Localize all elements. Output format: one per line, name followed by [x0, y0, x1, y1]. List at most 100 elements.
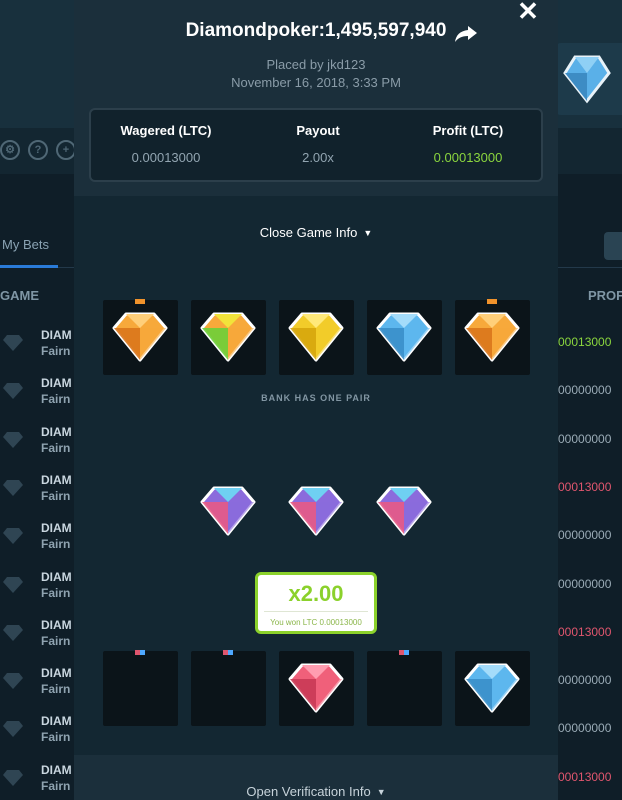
close-game-info-button[interactable]: Close Game Info ▼ [74, 225, 558, 240]
row-game-name: DIAM [41, 617, 72, 632]
tab-my-bets[interactable]: My Bets [0, 222, 58, 268]
stat-payout-value: 2.00x [302, 150, 334, 165]
row-game-name: DIAM [41, 424, 72, 439]
diamond-icon [3, 431, 23, 448]
column-header-profit: PROF [588, 288, 622, 303]
card-marker [487, 299, 497, 304]
blue-gem-icon [376, 312, 432, 362]
card-red-gem [279, 651, 354, 726]
orange-gem-icon [464, 312, 520, 362]
stat-payout: Payout 2.00x [243, 123, 393, 165]
row-profit: 00000000 [558, 576, 612, 591]
diamond-icon [3, 624, 23, 641]
column-header-game: GAME [0, 288, 39, 303]
bet-title: Diamondpoker:1,495,597,940 [185, 20, 447, 41]
background-add-icon[interactable]: + [56, 140, 76, 160]
rainbow-gem-icon [200, 312, 256, 362]
card-marker [135, 650, 145, 655]
payout-result-badge: x2.00 You won LTC 0.00013000 [255, 572, 377, 634]
row-game-name: DIAM [41, 376, 72, 391]
red-gem-icon [288, 663, 344, 713]
card-facedown [103, 650, 178, 726]
row-game-name: DIAM [41, 328, 72, 342]
row-profit: 00000000 [558, 673, 612, 688]
close-game-info-label: Close Game Info [259, 225, 358, 240]
bet-detail-modal: Diamondpoker:1,495,597,940 ✕ Placed by j… [74, 0, 558, 800]
verification-footer: Open Verification Info ▼ [74, 755, 558, 800]
open-verification-label: Open Verification Info [246, 784, 371, 799]
stat-wagered: Wagered (LTC) 0.00013000 [91, 123, 241, 165]
bank-result-label: BANK HAS ONE PAIR [261, 393, 371, 403]
card-marker [135, 299, 145, 304]
row-profit: 00013000 [558, 769, 612, 784]
placed-by: Placed by jkd123 [266, 57, 366, 72]
card-orange-gem [103, 299, 178, 375]
background-settings-icon[interactable]: ⚙ [0, 140, 20, 160]
row-profit: 00000000 [558, 528, 612, 543]
row-game-sub: Fairn [41, 585, 71, 600]
row-game-sub: Fairn [41, 682, 71, 697]
row-game-name: DIAM [41, 762, 72, 777]
stat-profit: Profit (LTC) 0.00013000 [393, 123, 543, 165]
payout-multiplier: x2.00 [288, 581, 344, 606]
row-profit: 00000000 [558, 721, 612, 736]
row-profit: 00013000 [558, 624, 612, 639]
card-blue-gem [367, 300, 442, 375]
payout-divider [264, 611, 368, 612]
row-profit: 00013000 [558, 335, 612, 349]
card-rainbow-gem [191, 300, 266, 375]
card-yellow-gem [279, 300, 354, 375]
diamond-icon [3, 576, 23, 593]
diamond-icon [3, 769, 23, 786]
pile-gem [374, 484, 434, 543]
close-icon[interactable]: ✕ [516, 0, 540, 24]
purple-gem-icon [288, 486, 344, 536]
row-game-name: DIAM [41, 569, 72, 584]
row-profit: 00000000 [558, 383, 612, 398]
purple-gem-icon [376, 486, 432, 536]
bet-date: November 16, 2018, 3:33 PM [231, 75, 401, 90]
card-orange-gem [455, 299, 530, 375]
diamond-icon [3, 721, 23, 738]
modal-header: Diamondpoker:1,495,597,940 ✕ Placed by j… [74, 0, 558, 196]
card-facedown [367, 650, 442, 726]
row-game-sub: Fairn [41, 633, 71, 648]
row-game-sub: Fairn [41, 440, 71, 455]
row-game-sub: Fairn [41, 537, 71, 552]
card-marker [399, 650, 409, 655]
row-profit: 00000000 [558, 431, 612, 446]
chevron-down-icon: ▼ [376, 787, 386, 797]
row-profit: 00013000 [558, 479, 612, 494]
background-filter-button[interactable] [604, 232, 622, 260]
orange-gem-icon [112, 312, 168, 362]
background-help-icon[interactable]: ? [28, 140, 48, 160]
row-game-name: DIAM [41, 666, 72, 681]
stat-profit-label: Profit (LTC) [432, 123, 504, 138]
card-facedown [191, 650, 266, 726]
card-marker [223, 650, 233, 655]
row-game-sub: Fairn [41, 344, 71, 358]
pile-gem [286, 484, 346, 543]
background-diamond-tile [555, 43, 622, 115]
stat-wagered-label: Wagered (LTC) [120, 123, 212, 138]
row-game-sub: Fairn [41, 488, 71, 503]
diamond-icon [3, 479, 23, 496]
diamond-icon [3, 673, 23, 690]
row-game-name: DIAM [41, 714, 72, 729]
diamond-icon [3, 335, 23, 351]
open-verification-button[interactable]: Open Verification Info ▼ [74, 784, 558, 799]
chevron-down-icon: ▼ [363, 228, 373, 238]
background-diamond-icon [563, 55, 611, 104]
stat-profit-value: 0.00013000 [433, 150, 503, 165]
row-game-sub: Fairn [41, 730, 71, 745]
share-icon[interactable] [454, 24, 478, 44]
yellow-gem-icon [288, 312, 344, 362]
stat-payout-label: Payout [296, 123, 340, 138]
row-game-name: DIAM [41, 521, 72, 536]
diamond-icon [3, 383, 23, 400]
row-game-sub: Fairn [41, 778, 71, 793]
row-game-sub: Fairn [41, 392, 71, 407]
blue-gem-icon [464, 663, 520, 713]
pile-gem [198, 484, 258, 543]
diamond-icon [3, 528, 23, 545]
